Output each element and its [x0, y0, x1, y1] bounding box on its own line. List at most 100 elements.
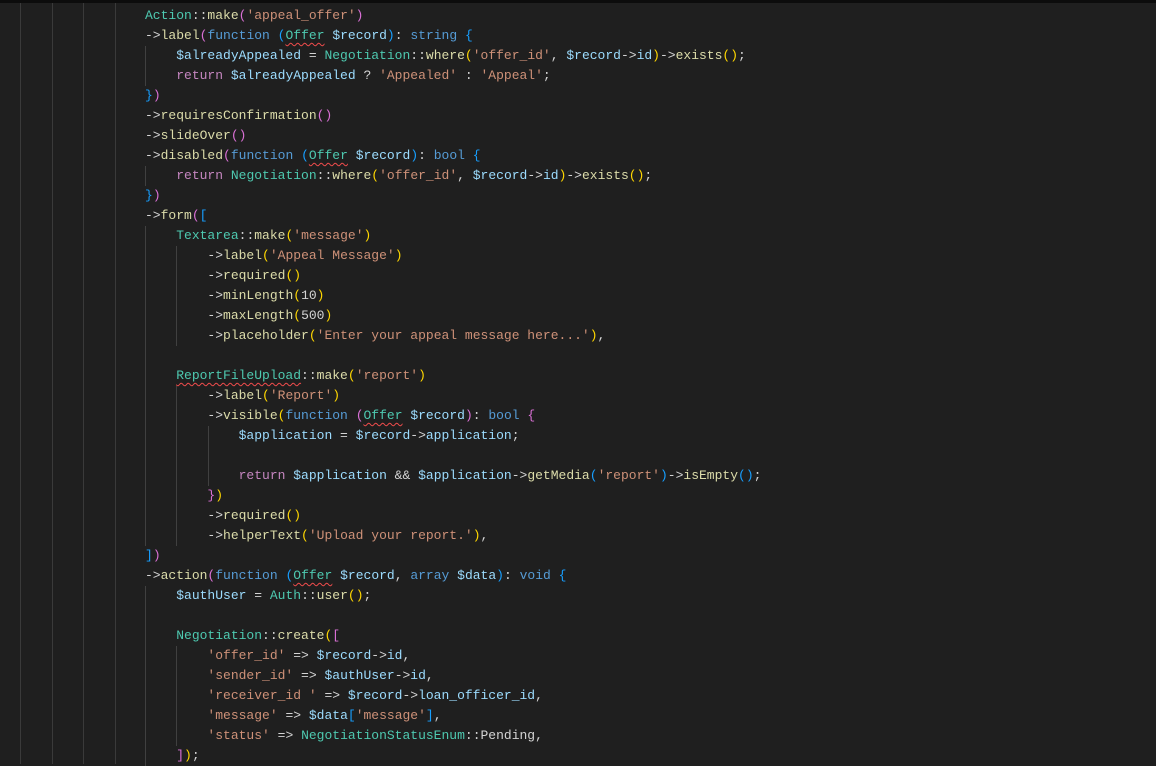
code-line[interactable]: ->required(): [145, 266, 1156, 286]
code-line[interactable]: ->form([: [145, 206, 1156, 226]
code-line[interactable]: ->label('Appeal Message'): [145, 246, 1156, 266]
code-line[interactable]: ->disabled(function (Offer $record): boo…: [145, 146, 1156, 166]
code-token: (: [347, 368, 356, 383]
editor-top-border: [0, 0, 1156, 3]
code-token: required: [223, 268, 286, 283]
code-line[interactable]: return $application && $application->get…: [145, 466, 1156, 486]
code-token: (: [293, 308, 302, 323]
code-token: id: [542, 168, 559, 183]
code-line[interactable]: ->label('Report'): [145, 386, 1156, 406]
code-line[interactable]: Action::make('appeal_offer'): [145, 6, 1156, 26]
code-token: id: [386, 648, 403, 663]
code-token: (: [301, 148, 309, 163]
code-line[interactable]: ->action(function (Offer $record, array …: [145, 566, 1156, 586]
code-token: {: [464, 28, 473, 43]
code-token: label: [223, 248, 263, 263]
code-line[interactable]: 'receiver_id ' => $record->loan_officer_…: [145, 686, 1156, 706]
code-token: $record: [355, 148, 411, 163]
indent-guide: [145, 406, 146, 426]
code-token: 'status': [207, 728, 270, 743]
code-token: visible: [223, 408, 278, 423]
code-token: ): [316, 288, 325, 303]
code-token: $record: [566, 48, 621, 63]
code-token: function: [230, 148, 294, 163]
code-line[interactable]: ]): [145, 546, 1156, 566]
code-token: Action: [145, 8, 192, 23]
code-line[interactable]: ->requiresConfirmation(): [145, 106, 1156, 126]
indent-guide: [145, 226, 146, 246]
code-line[interactable]: ->label(function (Offer $record): string…: [145, 26, 1156, 46]
code-token: ,: [550, 48, 567, 63]
code-token: Negotiation: [230, 168, 317, 183]
code-line[interactable]: [145, 606, 1156, 626]
code-line[interactable]: $alreadyAppealed = Negotiation::where('o…: [145, 46, 1156, 66]
code-line[interactable]: }): [145, 486, 1156, 506]
code-line[interactable]: ->placeholder('Enter your appeal message…: [145, 326, 1156, 346]
indent-guide: [145, 386, 146, 406]
code-line[interactable]: ->helperText('Upload your report.'),: [145, 526, 1156, 546]
code-line[interactable]: }): [145, 86, 1156, 106]
code-token: ;: [644, 168, 653, 183]
code-line[interactable]: 'sender_id' => $authUser->id,: [145, 666, 1156, 686]
code-token: ): [472, 528, 481, 543]
code-line[interactable]: [145, 346, 1156, 366]
code-line[interactable]: $application = $record->application;: [145, 426, 1156, 446]
code-token: 'Enter your appeal message here...': [316, 328, 590, 343]
code-token: }: [145, 188, 153, 203]
code-token: NegotiationStatusEnum: [301, 728, 465, 743]
code-line[interactable]: ->minLength(10): [145, 286, 1156, 306]
code-token: required: [223, 508, 286, 523]
code-token: ->: [207, 288, 224, 303]
code-token: ,: [535, 728, 543, 743]
code-token: ]: [145, 548, 153, 563]
code-line[interactable]: return $alreadyAppealed ? 'Appealed' : '…: [145, 66, 1156, 86]
code-token: =>: [285, 648, 317, 663]
code-token: ?: [355, 68, 380, 83]
code-line[interactable]: ->visible(function (Offer $record): bool…: [145, 406, 1156, 426]
code-line[interactable]: ->required(): [145, 506, 1156, 526]
code-line[interactable]: $authUser = Auth::user();: [145, 586, 1156, 606]
code-token: string: [410, 28, 458, 43]
indent-guide: [145, 286, 146, 306]
code-token: make: [316, 368, 348, 383]
code-line[interactable]: return Negotiation::where('offer_id', $r…: [145, 166, 1156, 186]
code-line[interactable]: [145, 446, 1156, 466]
indent-guide: [145, 646, 146, 666]
code-editor[interactable]: Action::make('appeal_offer') ->label(func…: [145, 6, 1156, 766]
indent-guide: [145, 346, 146, 366]
code-token: =>: [316, 688, 348, 703]
code-line[interactable]: 'status' => NegotiationStatusEnum::Pendi…: [145, 726, 1156, 746]
code-token: form: [160, 208, 192, 223]
code-token: }: [145, 88, 153, 103]
code-line[interactable]: ->maxLength(500): [145, 306, 1156, 326]
code-token: ;: [191, 748, 200, 763]
code-token: label: [160, 28, 200, 43]
code-line[interactable]: Textarea::make('message'): [145, 226, 1156, 246]
code-line[interactable]: ]);: [145, 746, 1156, 766]
indent-guide: [145, 166, 146, 186]
code-token: ->: [207, 268, 224, 283]
code-line[interactable]: Negotiation::create([: [145, 626, 1156, 646]
code-token: 'Appeal': [480, 68, 543, 83]
code-token: =>: [269, 728, 302, 743]
indent-guide: [145, 326, 146, 346]
code-token: (: [293, 288, 302, 303]
code-token: [: [332, 628, 341, 643]
indent-guide: [145, 66, 146, 86]
code-line[interactable]: ->slideOver(): [145, 126, 1156, 146]
code-token: (: [355, 408, 364, 423]
code-line[interactable]: ReportFileUpload::make('report'): [145, 366, 1156, 386]
code-token: =>: [293, 668, 325, 683]
code-token: isEmpty: [683, 468, 739, 483]
code-token: (): [628, 168, 645, 183]
indent-guide: [145, 586, 146, 606]
code-line[interactable]: 'message' => $data['message'],: [145, 706, 1156, 726]
code-line[interactable]: 'offer_id' => $record->id,: [145, 646, 1156, 666]
code-token: :: [472, 408, 489, 423]
code-line[interactable]: }): [145, 186, 1156, 206]
code-token: $alreadyAppealed: [176, 48, 302, 63]
code-token: $record: [316, 648, 372, 663]
